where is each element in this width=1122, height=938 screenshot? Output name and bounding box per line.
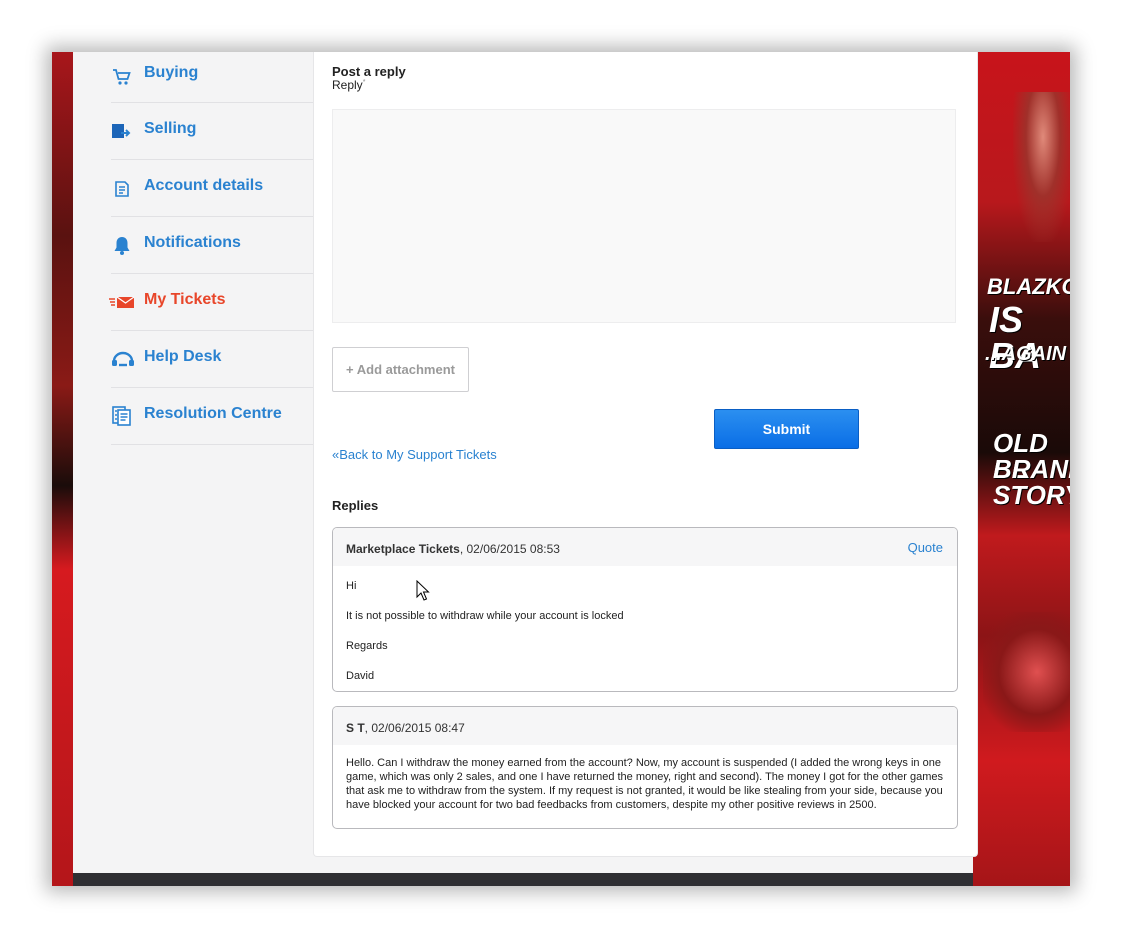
reply-body: Hello. Can I withdraw the money earned f…	[346, 757, 943, 811]
reply-author: Marketplace Tickets	[346, 542, 460, 556]
promo-text-line: ...AGAIN	[985, 343, 1067, 365]
reply-card: Marketplace Tickets, 02/06/2015 08:53 Qu…	[332, 527, 958, 692]
promo-text-line: STORY!	[993, 480, 1070, 510]
reply-author-line: S T, 02/06/2015 08:47	[346, 721, 465, 735]
reply-author-line: Marketplace Tickets, 02/06/2015 08:53	[346, 542, 560, 556]
browser-window: BLAZKOU IS BA ...AGAIN OLD BL BRAND STOR…	[52, 52, 1070, 886]
add-attachment-button[interactable]: + Add attachment	[332, 347, 469, 392]
ticket-content: Post a reply Reply* + Add attachment Sub…	[313, 52, 978, 857]
sidebar-item-help-desk[interactable]: Help Desk	[111, 331, 313, 388]
sidebar-item-resolution-centre[interactable]: Resolution Centre	[111, 388, 313, 445]
mouse-cursor-icon	[416, 580, 430, 601]
sidebar-item-label: Buying	[144, 64, 199, 81]
post-reply-title: Post a reply	[332, 64, 406, 79]
reply-line: Hi	[346, 580, 357, 592]
sidebar-item-buying[interactable]: Buying	[111, 52, 313, 103]
sidebar-item-account-details[interactable]: Account details	[111, 160, 313, 217]
sidebar-item-label: Help Desk	[144, 348, 222, 365]
replies-heading: Replies	[332, 498, 379, 513]
creature-art	[983, 612, 1070, 732]
reply-date: , 02/06/2015 08:53	[459, 542, 560, 556]
reply-line: Regards	[346, 640, 388, 652]
reply-line: David	[346, 670, 375, 682]
main-panel: Buying Selling Account details Notificat…	[73, 52, 978, 873]
reply-label: Reply*	[332, 78, 365, 92]
sidebar-item-label: Notifications	[144, 234, 241, 251]
sidebar-item-label: Account details	[144, 177, 264, 194]
reply-header: S T, 02/06/2015 08:47	[333, 707, 957, 745]
reply-card: S T, 02/06/2015 08:47 Hello. Can I withd…	[332, 706, 958, 829]
back-to-tickets-link[interactable]: «Back to My Support Tickets	[332, 447, 497, 462]
sidebar-item-label: My Tickets	[144, 291, 226, 308]
sidebar-item-my-tickets[interactable]: My Tickets	[109, 274, 313, 331]
footer-bar	[73, 873, 973, 886]
clipboard-icon	[111, 405, 133, 427]
background-art-left	[52, 52, 74, 886]
reply-line: It is not possible to withdraw while you…	[346, 610, 624, 622]
selling-icon	[111, 120, 133, 142]
promo-text-line: BRAND	[993, 454, 1070, 484]
reply-author: S T	[346, 721, 365, 735]
quote-link[interactable]: Quote	[908, 540, 943, 555]
sidebar-item-selling[interactable]: Selling	[111, 103, 313, 160]
character-art	[1013, 92, 1070, 242]
sidebar-item-label: Selling	[144, 120, 197, 137]
sidebar-item-label: Resolution Centre	[144, 405, 282, 422]
headset-icon	[111, 348, 135, 370]
ticket-icon	[109, 291, 135, 313]
sidebar-item-notifications[interactable]: Notifications	[111, 217, 313, 274]
reply-textarea[interactable]	[332, 109, 956, 323]
required-mark: *	[362, 79, 366, 86]
submit-button[interactable]: Submit	[714, 409, 859, 449]
reply-header: Marketplace Tickets, 02/06/2015 08:53 Qu…	[333, 528, 957, 566]
reply-label-text: Reply	[332, 78, 363, 92]
document-icon	[111, 177, 133, 199]
background-art-right: BLAZKOU IS BA ...AGAIN OLD BL BRAND STOR…	[973, 52, 1070, 886]
account-sidebar: Buying Selling Account details Notificat…	[109, 52, 313, 445]
cart-icon	[111, 66, 133, 88]
bell-icon	[111, 234, 133, 256]
reply-date: , 02/06/2015 08:47	[364, 721, 465, 735]
promo-text-line: BLAZKOU	[987, 274, 1070, 299]
